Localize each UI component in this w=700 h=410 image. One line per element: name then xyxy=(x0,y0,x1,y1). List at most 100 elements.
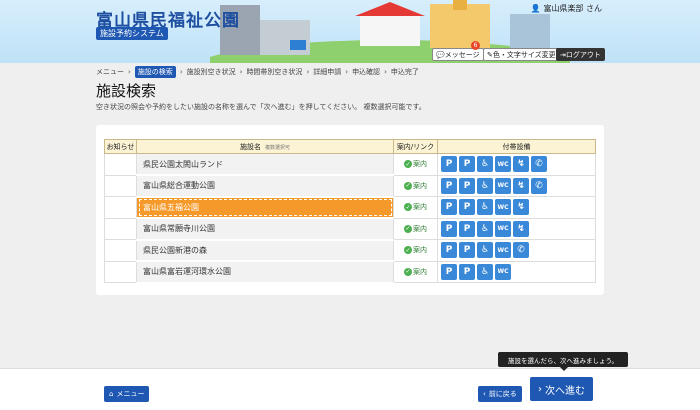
notice-cell xyxy=(104,217,137,240)
guide-link[interactable]: ✓ 案内 xyxy=(393,174,438,197)
wheelchair-icon: ♿ xyxy=(477,220,493,237)
parking-accessible-icon: P xyxy=(459,199,475,216)
facility-icons: P P ♿ WC ↯ xyxy=(437,196,596,219)
check-circle-icon: ✓ xyxy=(404,224,412,233)
facility-icons: P P ♿ WC ↯ xyxy=(437,217,596,240)
guide-link[interactable]: ✓ 案内 xyxy=(393,217,438,240)
breadcrumb-item: 申込確認 xyxy=(352,68,381,76)
parking-accessible-icon: P xyxy=(459,242,475,259)
logout-button[interactable]: ⇥ ログアウト xyxy=(556,48,605,61)
message-count-badge: 6 xyxy=(471,41,480,50)
breadcrumb-item: 施設別空き状況 xyxy=(186,68,236,76)
facility-panel: お知らせ 施設名 複数選択可 案内/リンク 付帯設備 県民公園太閤山ランド ✓ 案内 P… xyxy=(96,125,604,295)
wheelchair-icon: ♿ xyxy=(477,199,493,216)
table-row: 富山県常願寺川公園 ✓ 案内 P P ♿ WC ↯ xyxy=(104,217,596,241)
system-subtitle: 施設予約システム xyxy=(96,27,168,40)
next-tooltip: 施設を選んだら、次へ進みましょう。 xyxy=(498,352,628,371)
table-row: 県民公園太閤山ランド ✓ 案内 P P ♿ WC ↯ ✆ xyxy=(104,153,596,176)
parking-accessible-icon: P xyxy=(459,220,475,237)
facility-icons: P P ♿ WC ✆ xyxy=(437,239,596,262)
user-info: 👤 富山県楽部 さん xyxy=(530,3,602,14)
user-icon: 👤 xyxy=(530,4,541,13)
guide-link[interactable]: ✓ 案内 xyxy=(393,260,438,283)
parking-icon: P xyxy=(441,242,457,259)
breadcrumb-item: 詳細申請 xyxy=(313,68,342,76)
wheelchair-icon: ♿ xyxy=(477,242,493,259)
table-row: 富山県総合運動公園 ✓ 案内 P P ♿ WC ↯ ✆ xyxy=(104,174,596,198)
facility-name[interactable]: 富山県富岩運河環水公園 xyxy=(136,260,394,284)
table-row: 富山県五福公園 ✓ 案内 P P ♿ WC ↯ xyxy=(104,196,596,219)
facility-icons: P P ♿ WC ↯ ✆ xyxy=(437,174,596,197)
parking-icon: P xyxy=(441,199,457,216)
parking-accessible-icon: P xyxy=(459,263,475,280)
table-row: 富山県富岩運河環水公園 ✓ 案内 P P ♿ WC xyxy=(104,260,596,284)
facility-name[interactable]: 富山県総合運動公園 xyxy=(136,174,394,198)
baby-care-icon: ✆ xyxy=(531,177,547,194)
accessible-toilet-icon: WC xyxy=(495,220,511,237)
parking-accessible-icon: P xyxy=(459,177,475,194)
table-row: 県民公園新港の森 ✓ 案内 P P ♿ WC ✆ xyxy=(104,239,596,262)
wheelchair-icon: ♿ xyxy=(477,177,493,194)
guide-link[interactable]: ✓ 案内 xyxy=(393,153,438,176)
chevron-left-icon: ‹ xyxy=(483,390,486,398)
guide-link[interactable]: ✓ 案内 xyxy=(393,196,438,219)
notice-cell xyxy=(104,153,137,176)
parking-icon: P xyxy=(441,177,457,194)
check-circle-icon: ✓ xyxy=(404,160,412,169)
check-circle-icon: ✓ xyxy=(404,203,412,212)
facility-name[interactable]: 富山県五福公園 xyxy=(136,196,394,219)
facility-name[interactable]: 富山県常願寺川公園 xyxy=(136,217,394,241)
ramp-icon: ↯ xyxy=(513,199,529,216)
facility-table: お知らせ 施設名 複数選択可 案内/リンク 付帯設備 県民公園太閤山ランド ✓ 案内 P… xyxy=(104,139,596,284)
guide-link[interactable]: ✓ 案内 xyxy=(393,239,438,262)
chat-icon: 💬 xyxy=(436,50,445,59)
header: 富山県民福祉公園 施設予約システム 👤 富山県楽部 さん 💬 メッセージ 6 ✎ 色… xyxy=(0,0,700,63)
menu-button[interactable]: ⌂ メニュー xyxy=(104,386,150,402)
accessible-toilet-icon: WC xyxy=(495,242,511,259)
header-notice: お知らせ xyxy=(104,139,137,154)
check-circle-icon: ✓ xyxy=(404,246,412,255)
ramp-icon: ↯ xyxy=(513,156,529,173)
check-circle-icon: ✓ xyxy=(404,267,412,276)
parking-accessible-icon: P xyxy=(459,156,475,173)
ramp-icon: ↯ xyxy=(513,177,529,194)
breadcrumb: メニュー › 施設の検索 › 施設別空き状況 › 時間帯別空き状況 › 詳細申請 › 申込… xyxy=(96,66,419,78)
accessible-toilet-icon: WC xyxy=(495,263,511,280)
notice-cell xyxy=(104,174,137,197)
header-facilities: 付帯設備 xyxy=(437,139,596,154)
facility-name[interactable]: 県民公園太閤山ランド xyxy=(136,153,394,176)
facility-icons: P P ♿ WC xyxy=(437,260,596,283)
ramp-icon: ↯ xyxy=(513,220,529,237)
baby-care-icon: ✆ xyxy=(513,242,529,259)
wheelchair-icon: ♿ xyxy=(477,263,493,280)
accessible-toilet-icon: WC xyxy=(495,199,511,216)
breadcrumb-current: 施設の検索 xyxy=(134,66,176,78)
back-button[interactable]: ‹ 前に戻る xyxy=(478,386,522,402)
user-name: 富山県楽部 さん xyxy=(543,4,602,13)
notice-cell xyxy=(104,196,137,219)
page-title: 施設検索 xyxy=(96,82,157,100)
footer: ⌂ メニュー ‹ 前に戻る › 次へ進む xyxy=(0,368,700,410)
accessible-toilet-icon: WC xyxy=(495,177,511,194)
chevron-right-icon: › xyxy=(538,383,542,395)
parking-icon: P xyxy=(441,220,457,237)
display-settings-button[interactable]: ✎ 色・文字サイズ変更 xyxy=(483,48,560,61)
home-icon: ⌂ xyxy=(109,390,114,398)
header-name: 施設名 複数選択可 xyxy=(136,139,394,154)
header-link: 案内/リンク xyxy=(393,139,438,154)
breadcrumb-item[interactable]: メニュー xyxy=(96,67,124,77)
notice-cell xyxy=(104,239,137,262)
baby-care-icon: ✆ xyxy=(531,156,547,173)
next-button[interactable]: › 次へ進む xyxy=(530,377,593,401)
breadcrumb-item: 申込完了 xyxy=(390,68,419,76)
parking-icon: P xyxy=(441,263,457,280)
notice-cell xyxy=(104,260,137,283)
wheelchair-icon: ♿ xyxy=(477,156,493,173)
accessible-toilet-icon: WC xyxy=(495,156,511,173)
breadcrumb-item: 時間帯別空き状況 xyxy=(246,68,303,76)
check-circle-icon: ✓ xyxy=(404,181,412,190)
instruction-text: 空き状況の照会や予約をしたい施設の名称を選んで「次へ進む」を押してください。 複… xyxy=(96,103,426,111)
facility-icons: P P ♿ WC ↯ ✆ xyxy=(437,153,596,176)
parking-icon: P xyxy=(441,156,457,173)
facility-name[interactable]: 県民公園新港の森 xyxy=(136,239,394,262)
